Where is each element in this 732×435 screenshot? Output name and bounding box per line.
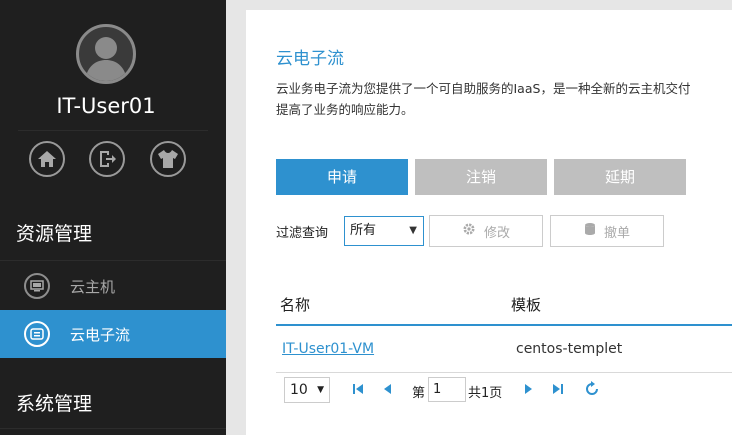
tshirt-icon[interactable] [150,141,186,177]
database-icon [584,222,596,240]
filter-select[interactable]: 所有 ▼ [344,216,424,246]
pagination: 10 ▼ 第 1 共1页 [276,375,732,405]
gear-icon [462,222,476,240]
column-header-name[interactable]: 名称 [280,294,310,315]
main-panel: 云电子流 云业务电子流为您提供了一个可自助服务的IaaS，是一种全新的云主机交付… [246,10,732,435]
sidebar-item-cloud-flow[interactable]: 云电子流 [0,310,226,358]
page-title: 云电子流 [276,49,344,69]
sidebar-item-label: 云电子流 [70,325,131,344]
flow-icon [24,321,50,347]
template-cell: centos-templet [516,341,623,357]
row-divider [276,372,732,373]
revoke-button[interactable]: 撤单 [550,215,664,247]
logout-icon[interactable] [89,141,125,177]
extend-button[interactable]: 延期 [554,159,686,195]
modify-button[interactable]: 修改 [429,215,543,247]
filter-label: 过滤查询 [276,226,329,241]
description-line: 提高了业务的响应能力。 [276,102,414,117]
description-line: 云业务电子流为您提供了一个可自助服务的IaaS，是一种全新的云主机交付 [276,81,691,96]
modify-label: 修改 [483,225,510,241]
prev-page-icon[interactable] [380,381,396,397]
next-page-icon[interactable] [520,381,536,397]
page-description: 云业务电子流为您提供了一个可自助服务的IaaS，是一种全新的云主机交付 提高了业… [276,78,732,120]
revoke-label: 撤单 [603,225,630,241]
page-size-select[interactable]: 10 ▼ [284,377,330,403]
avatar[interactable] [76,24,136,84]
cancel-service-button[interactable]: 注销 [415,159,547,195]
apply-button[interactable]: 申请 [276,159,408,195]
username: IT-User01 [56,94,156,118]
column-header-template[interactable]: 模板 [511,294,541,315]
page-size-value: 10 [290,382,308,398]
sidebar: IT-User01 资源管理 云主机 云电子流 系统管理 [0,0,226,435]
vm-name-link[interactable]: IT-User01-VM [282,341,374,357]
page-total: 共1页 [468,386,503,401]
divider [0,428,226,429]
sidebar-item-label: 云主机 [70,277,116,296]
home-icon[interactable] [29,141,65,177]
last-page-icon[interactable] [550,381,566,397]
first-page-icon[interactable] [350,381,366,397]
filter-selected-value: 所有 [350,223,377,238]
quick-actions [29,141,189,177]
divider [18,130,208,131]
table-header-divider [276,324,732,326]
caret-down-icon: ▼ [317,385,324,395]
caret-down-icon: ▼ [409,225,417,236]
page-number-input[interactable]: 1 [428,377,466,402]
divider [0,260,226,261]
vm-icon [24,273,50,299]
page-prefix: 第 [412,386,426,401]
section-title-resources: 资源管理 [16,223,93,245]
sidebar-item-vm[interactable]: 云主机 [0,262,226,310]
refresh-icon[interactable] [584,381,600,397]
section-title-system: 系统管理 [16,393,93,415]
